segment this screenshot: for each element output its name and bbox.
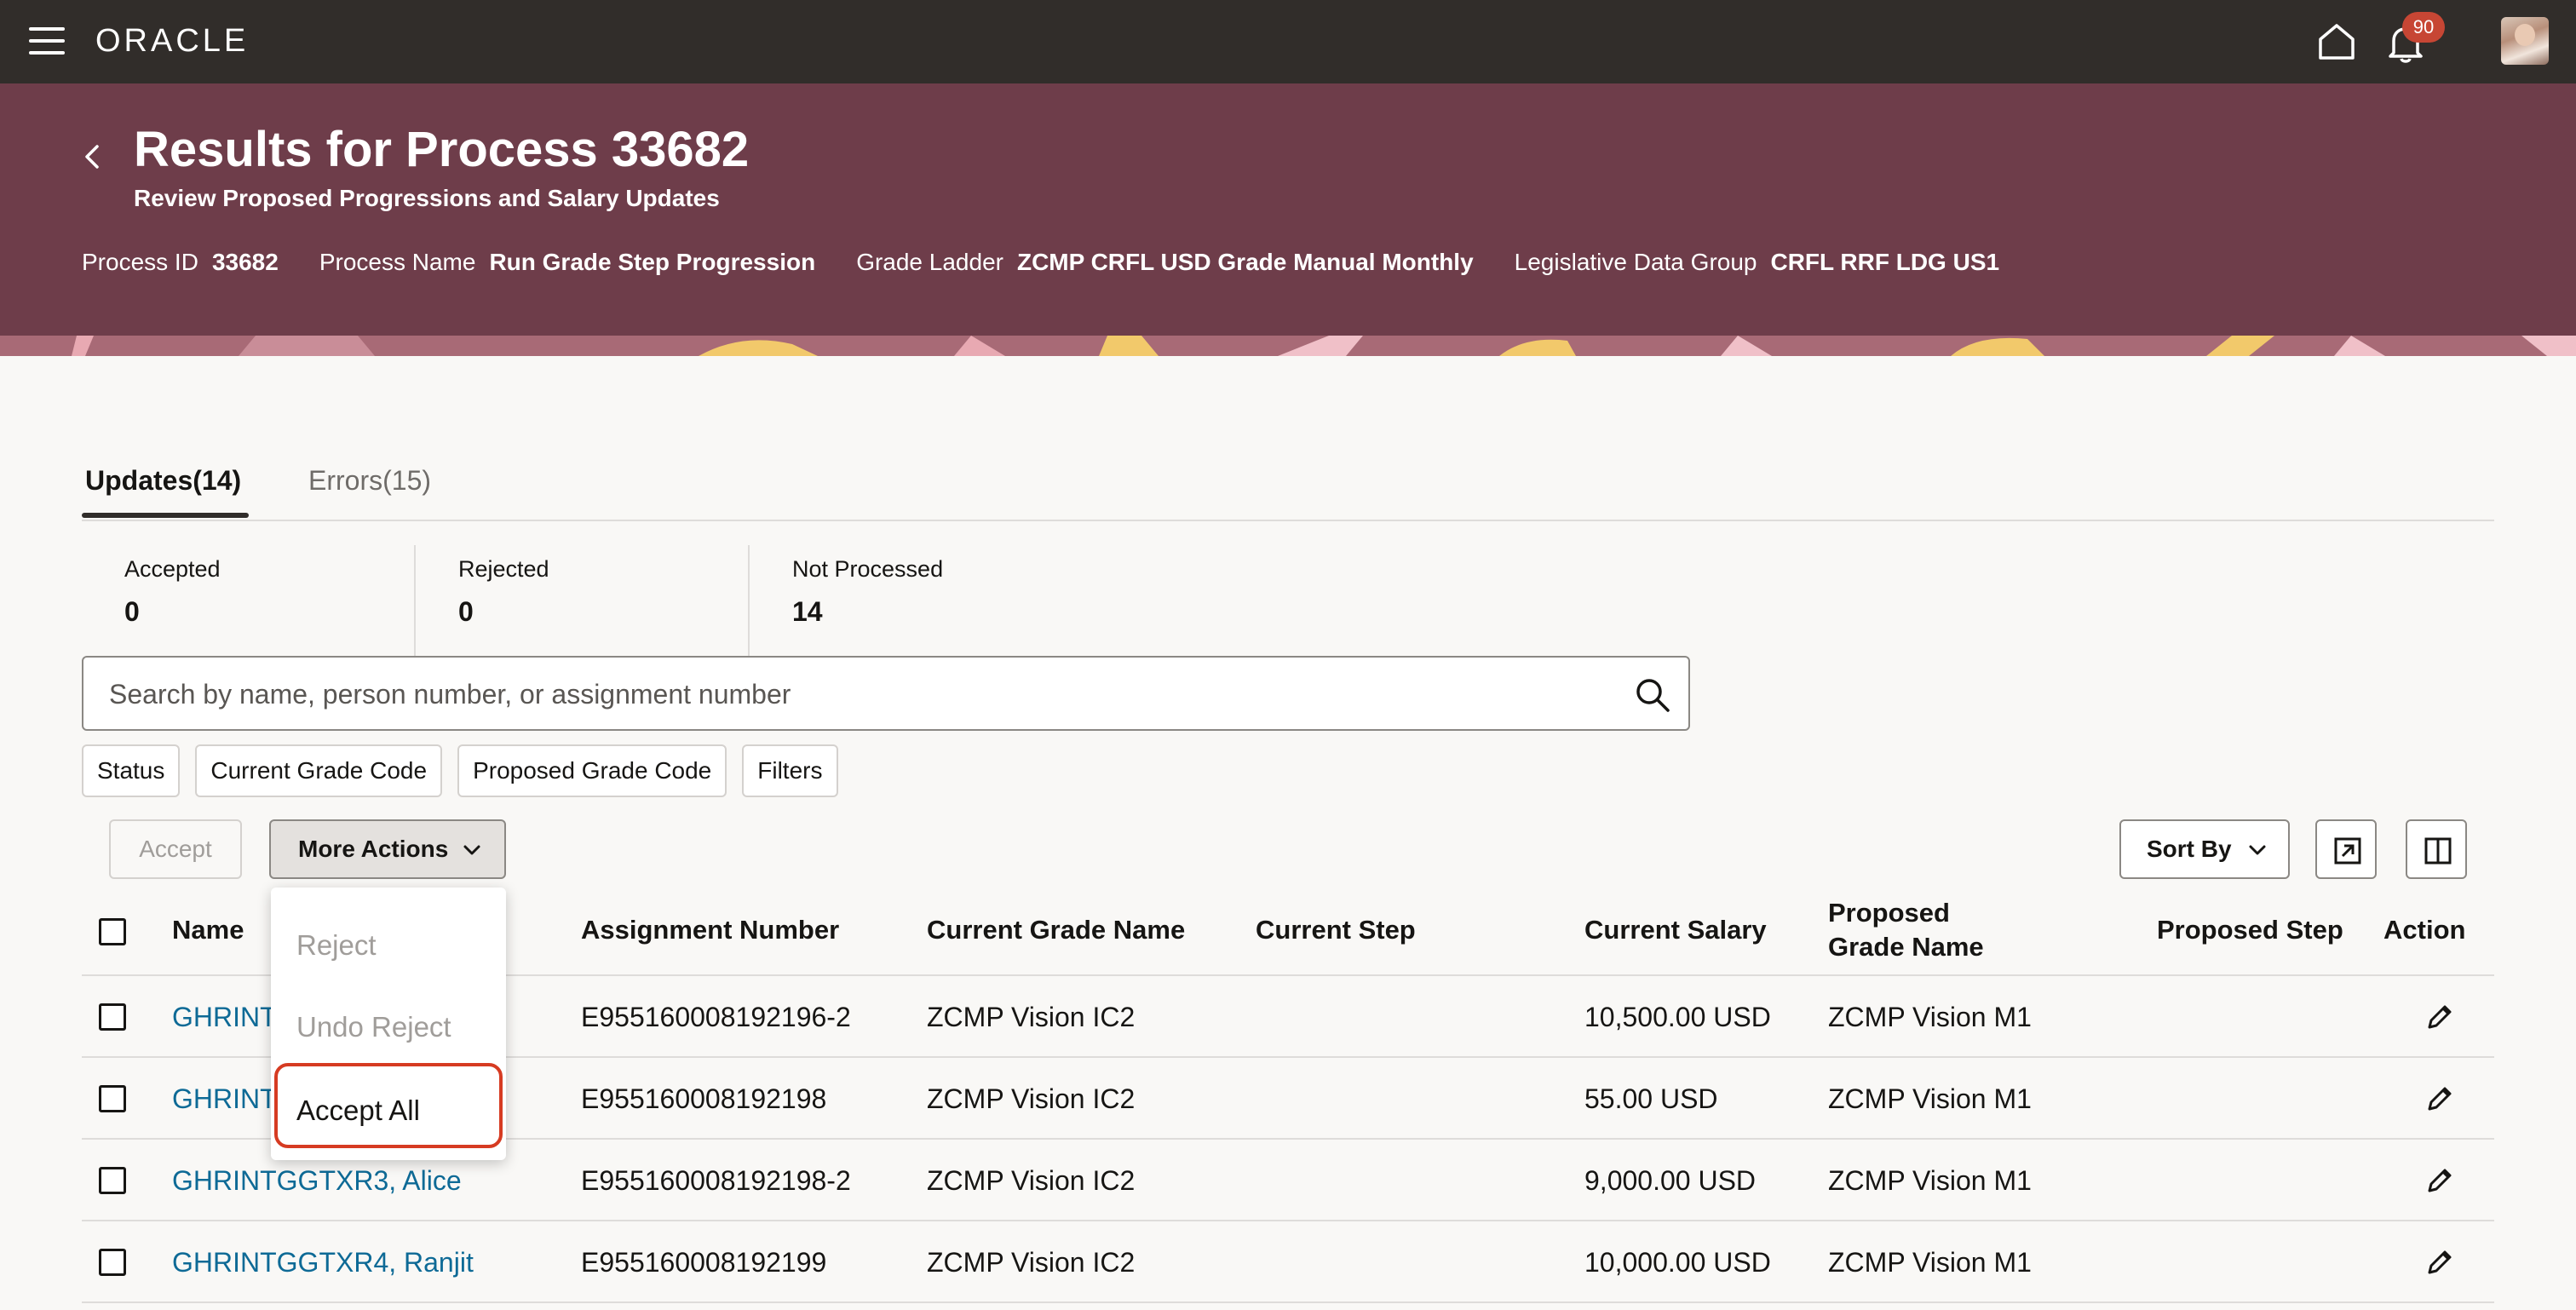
edit-pencil-icon[interactable]: [2423, 1163, 2457, 1198]
page-header: Results for Process 33682 Review Propose…: [0, 83, 2576, 356]
current-salary: 55.00 USD: [1584, 1083, 1718, 1114]
search-input[interactable]: [109, 673, 1625, 715]
row-checkbox[interactable]: [99, 1003, 126, 1031]
menu-item-undo-reject[interactable]: Undo Reject: [271, 990, 506, 1065]
search-icon[interactable]: [1632, 675, 1673, 715]
current-grade-name: ZCMP Vision IC2: [927, 1165, 1136, 1196]
proposed-grade-name: ZCMP Vision M1: [1828, 1247, 2032, 1278]
column-header-current-step[interactable]: Current Step: [1256, 913, 1416, 947]
filter-proposed-grade-code[interactable]: Proposed Grade Code: [457, 744, 727, 797]
column-header-current-salary[interactable]: Current Salary: [1584, 913, 1767, 947]
active-tab-indicator: [82, 513, 249, 518]
notification-badge: 90: [2402, 12, 2445, 43]
filter-current-grade-code[interactable]: Current Grade Code: [195, 744, 443, 797]
current-salary: 9,000.00 USD: [1584, 1165, 1757, 1196]
column-header-name[interactable]: Name: [172, 913, 244, 947]
process-meta: Process ID 33682 Process Name Run Grade St…: [82, 245, 2040, 279]
search-box: [82, 656, 1690, 731]
header-decorative-banner: [0, 336, 2576, 356]
column-header-proposed-grade-name[interactable]: Proposed Grade Name: [1828, 896, 2033, 964]
column-header-proposed-step[interactable]: Proposed Step: [2157, 913, 2343, 947]
detach-button[interactable]: [2315, 819, 2377, 879]
meta-grade-ladder: Grade Ladder ZCMP CRFL USD Grade Manual M…: [856, 249, 1474, 275]
person-name-link[interactable]: GHRINTGGTXR3, Alice: [172, 1162, 462, 1199]
summary-accepted: Accepted 0: [82, 545, 416, 656]
column-header-current-grade-name[interactable]: Current Grade Name: [927, 913, 1185, 947]
tab-errors[interactable]: Errors(15): [308, 460, 431, 501]
accept-button[interactable]: Accept: [109, 819, 242, 879]
meta-process-name: Process Name Run Grade Step Progression: [319, 249, 816, 275]
proposed-grade-name: ZCMP Vision M1: [1828, 1002, 2032, 1032]
table-row: GHRINTGGTXR4, Ranjit E955160008192199 ZC…: [82, 1221, 2494, 1303]
top-bar: ORACLE 90: [0, 0, 2576, 83]
column-header-action: Action: [2383, 915, 2466, 945]
summary-not-processed: Not Processed 14: [792, 556, 944, 627]
filter-chips: Status Current Grade Code Proposed Grade…: [82, 744, 854, 797]
edit-pencil-icon[interactable]: [2423, 1000, 2457, 1034]
summary-counts: Accepted 0 Rejected 0 Not Processed 14: [82, 545, 1084, 656]
row-checkbox[interactable]: [99, 1085, 126, 1112]
back-arrow-icon[interactable]: [75, 133, 109, 181]
page-subtitle: Review Proposed Progressions and Salary …: [134, 185, 720, 211]
home-icon[interactable]: [2315, 20, 2358, 63]
more-actions-menu: Reject Undo Reject Accept All: [271, 888, 506, 1160]
oracle-logo[interactable]: ORACLE: [95, 19, 249, 63]
filter-more-filters[interactable]: Filters: [742, 744, 838, 797]
proposed-grade-name: ZCMP Vision M1: [1828, 1165, 2032, 1196]
proposed-grade-name: ZCMP Vision M1: [1828, 1083, 2032, 1114]
sort-by-label: Sort By: [2147, 836, 2232, 862]
more-actions-label: More Actions: [298, 836, 449, 862]
meta-legislative-data-group: Legislative Data Group CRFL RRF LDG US1: [1514, 249, 2000, 275]
tab-updates[interactable]: Updates(14): [85, 460, 241, 501]
edit-pencil-icon[interactable]: [2423, 1082, 2457, 1116]
summary-rejected: Rejected 0: [416, 545, 750, 656]
row-checkbox[interactable]: [99, 1167, 126, 1194]
row-checkbox[interactable]: [99, 1249, 126, 1276]
user-avatar[interactable]: [2501, 17, 2549, 65]
sort-by-button[interactable]: Sort By: [2119, 819, 2290, 879]
edit-pencil-icon[interactable]: [2423, 1245, 2457, 1279]
filter-status[interactable]: Status: [82, 744, 181, 797]
current-salary: 10,500.00 USD: [1584, 1002, 1771, 1032]
assignment-number: E955160008192198: [581, 1083, 827, 1114]
columns-icon: [2424, 837, 2452, 865]
page-title: Results for Process 33682: [134, 122, 750, 177]
result-tabs: Updates(14) Errors(15): [82, 460, 2494, 521]
assignment-number: E955160008192196-2: [581, 1002, 851, 1032]
menu-icon[interactable]: [29, 27, 65, 55]
assignment-number: E955160008192199: [581, 1247, 827, 1278]
select-all-checkbox[interactable]: [99, 918, 126, 945]
column-header-assignment-number[interactable]: Assignment Number: [581, 913, 839, 947]
more-actions-button[interactable]: More Actions: [269, 819, 506, 879]
meta-process-id: Process ID 33682: [82, 249, 279, 275]
person-name-link[interactable]: GHRINTGGTXR4, Ranjit: [172, 1244, 474, 1281]
current-grade-name: ZCMP Vision IC2: [927, 1247, 1136, 1278]
columns-button[interactable]: [2406, 819, 2467, 879]
person-name-link[interactable]: GHRINT: [172, 998, 277, 1036]
person-name-link[interactable]: GHRINT: [172, 1080, 277, 1118]
chevron-down-icon: [463, 845, 480, 855]
assignment-number: E955160008192198-2: [581, 1165, 851, 1196]
current-grade-name: ZCMP Vision IC2: [927, 1083, 1136, 1114]
current-salary: 10,000.00 USD: [1584, 1247, 1771, 1278]
menu-item-reject[interactable]: Reject: [271, 908, 506, 983]
current-grade-name: ZCMP Vision IC2: [927, 1002, 1136, 1032]
menu-item-accept-all[interactable]: Accept All: [271, 1073, 506, 1148]
detach-icon: [2334, 837, 2361, 865]
chevron-down-icon: [2249, 845, 2266, 855]
